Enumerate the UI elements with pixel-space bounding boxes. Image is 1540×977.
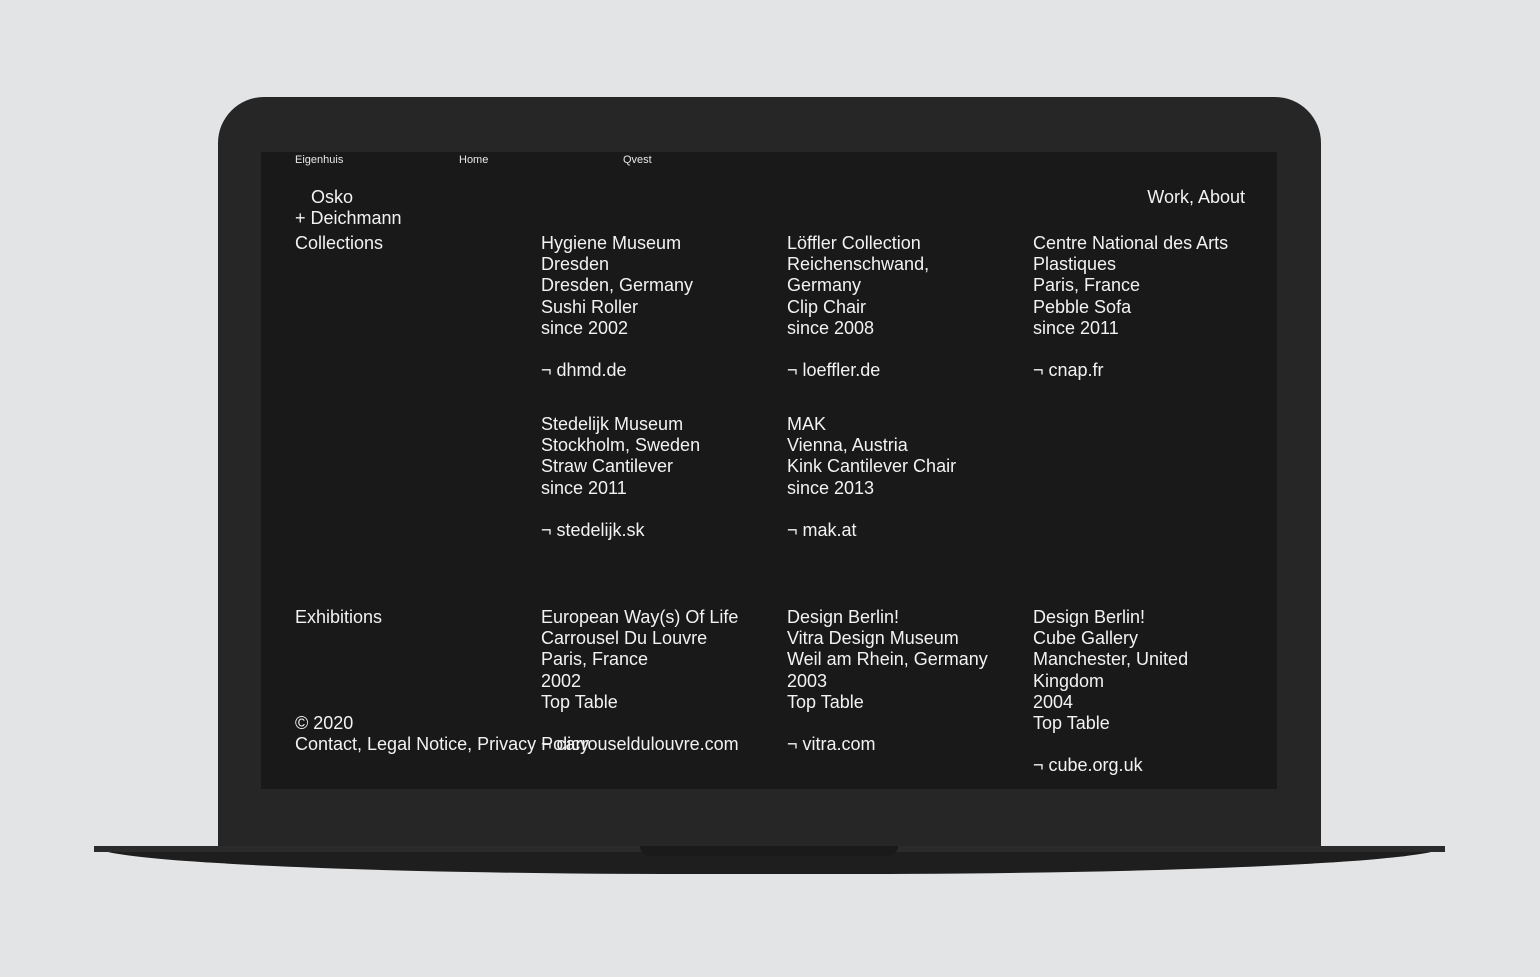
collection-item: Hygiene Museum Dresden Dresden, Germany …: [541, 233, 781, 381]
brand-line-1[interactable]: Osko: [311, 187, 353, 208]
item-line: Carrousel Du Louvre: [541, 628, 708, 649]
main-nav-work-about[interactable]: Work, About: [1147, 187, 1245, 208]
collections-heading: Collections: [295, 233, 384, 253]
item-line: since 2011: [1033, 317, 1119, 338]
item-line: Design Berlin!: [787, 607, 900, 627]
item-line: 2004: [1033, 691, 1074, 712]
item-line: Stedelijk Museum: [541, 414, 684, 434]
item-line: since 2008: [787, 317, 875, 338]
item-line: since 2013: [787, 477, 875, 498]
exhibitions-heading: Exhibitions: [295, 607, 383, 627]
item-line: Design Berlin!: [1033, 607, 1146, 627]
item-line: Paris, France: [1033, 275, 1141, 296]
item-line: Plastiques: [1033, 254, 1117, 275]
item-line: Hygiene Museum: [541, 233, 682, 253]
item-link[interactable]: ¬ cube.org.uk: [1033, 755, 1273, 776]
item-line: Reichenschwand,: [787, 254, 930, 275]
exhibition-item: Design Berlin! Vitra Design Museum Weil …: [787, 607, 1027, 755]
item-line: Kingdom: [1033, 670, 1105, 691]
footer-copyright: © 2020: [295, 713, 354, 733]
item-line: Straw Cantilever: [541, 456, 674, 477]
item-line: Manchester, United: [1033, 649, 1189, 670]
item-link[interactable]: ¬ cnap.fr: [1033, 360, 1273, 381]
item-line: Sushi Roller: [541, 296, 639, 317]
item-line: Cube Gallery: [1033, 628, 1139, 649]
topnav-eigenhuis[interactable]: Eigenhuis: [295, 154, 343, 167]
item-link[interactable]: ¬ dhmd.de: [541, 360, 781, 381]
topnav-home[interactable]: Home: [459, 154, 488, 167]
item-link[interactable]: ¬ stedelijk.sk: [541, 520, 781, 541]
item-link[interactable]: ¬ mak.at: [787, 520, 1027, 541]
item-line: Löffler Collection: [787, 233, 921, 253]
item-line: since 2002: [541, 317, 629, 338]
collection-item: MAK Vienna, Austria Kink Cantilever Chai…: [787, 414, 1027, 541]
exhibition-item: Design Berlin! Cube Gallery Manchester, …: [1033, 607, 1273, 777]
item-link[interactable]: ¬ vitra.com: [787, 734, 1027, 755]
item-line: MAK: [787, 414, 827, 434]
collection-item: Löffler Collection Reichenschwand, Germa…: [787, 233, 1027, 381]
item-line: Germany: [787, 275, 862, 296]
item-line: Vitra Design Museum: [787, 628, 959, 649]
collection-item: Centre National des Arts Plastiques Pari…: [1033, 233, 1273, 381]
item-line: since 2011: [541, 477, 627, 498]
item-line: Stockholm, Sweden: [541, 435, 701, 456]
item-line: Paris, France: [541, 649, 649, 670]
item-line: 2002: [541, 670, 582, 691]
website-screen: Eigenhuis Home Qvest Osko + Deichmann Wo…: [261, 152, 1277, 789]
item-line: Kink Cantilever Chair: [787, 456, 957, 477]
topnav-qvest[interactable]: Qvest: [623, 154, 652, 167]
item-line: Centre National des Arts: [1033, 233, 1229, 253]
item-line: Top Table: [1033, 713, 1110, 734]
item-line: Weil am Rhein, Germany: [787, 649, 988, 670]
laptop-notch: [640, 846, 898, 856]
item-line: Dresden: [541, 254, 610, 275]
item-line: Pebble Sofa: [1033, 296, 1132, 317]
item-line: 2003: [787, 670, 828, 691]
item-line: Top Table: [541, 691, 618, 712]
item-line: Vienna, Austria: [787, 435, 908, 456]
item-link[interactable]: ¬ loeffler.de: [787, 360, 1027, 381]
item-line: Clip Chair: [787, 296, 867, 317]
item-line: Top Table: [787, 691, 864, 712]
item-line: European Way(s) Of Life: [541, 607, 739, 627]
brand-line-2[interactable]: + Deichmann: [295, 208, 402, 229]
collection-item: Stedelijk Museum Stockholm, Sweden Straw…: [541, 414, 781, 541]
footer-links[interactable]: Contact, Legal Notice, Privacy Policy: [295, 734, 589, 755]
item-line: Dresden, Germany: [541, 275, 694, 296]
